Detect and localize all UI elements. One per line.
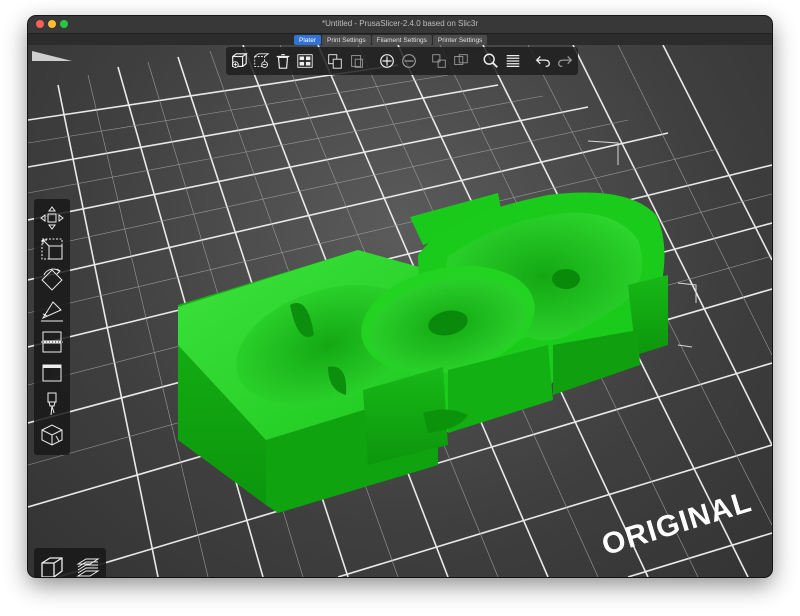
3d-viewport[interactable]: ORIGINAL <box>28 45 772 577</box>
paint-support-icon[interactable] <box>37 389 67 419</box>
window-title: *Untitled - PrusaSlicer-2.4.0 based on S… <box>321 19 479 28</box>
split-parts-icon[interactable] <box>451 50 471 72</box>
print-bed-scene[interactable] <box>28 45 772 577</box>
search-icon[interactable] <box>481 50 501 72</box>
paste-icon[interactable] <box>347 50 367 72</box>
undo-icon[interactable] <box>533 50 553 72</box>
measure-icon[interactable] <box>37 420 67 450</box>
place-on-face-icon[interactable] <box>37 296 67 326</box>
app-window: *Untitled - PrusaSlicer-2.4.0 based on S… <box>28 16 772 577</box>
redo-icon[interactable] <box>555 50 575 72</box>
preview-icon[interactable] <box>72 552 104 577</box>
gizmo-toolbar <box>34 199 70 455</box>
copy-icon[interactable] <box>325 50 345 72</box>
rotate-icon[interactable] <box>37 265 67 295</box>
top-toolbar <box>226 47 578 75</box>
tab-plater[interactable]: Plater <box>294 35 321 45</box>
add-instance-icon[interactable] <box>377 50 397 72</box>
scale-icon[interactable] <box>37 234 67 264</box>
tab-printer-settings[interactable]: Printer Settings <box>432 35 488 45</box>
arrange-icon[interactable] <box>295 50 315 72</box>
delete-all-icon[interactable] <box>273 50 293 72</box>
tab-filament-settings[interactable]: Filament Settings <box>371 35 432 45</box>
tab-print-settings[interactable]: Print Settings <box>321 35 371 45</box>
collapse-sidebar-handle[interactable] <box>32 51 72 61</box>
split-objects-icon[interactable] <box>429 50 449 72</box>
hollow-icon[interactable] <box>37 358 67 388</box>
view-switcher <box>34 548 106 577</box>
move-icon[interactable] <box>37 203 67 233</box>
remove-instance-icon[interactable] <box>399 50 419 72</box>
layers-editing-icon[interactable] <box>503 50 523 72</box>
tab-bar: Plater Print Settings Filament Settings … <box>28 34 772 45</box>
cut-icon[interactable] <box>37 327 67 357</box>
delete-icon[interactable] <box>251 50 271 72</box>
add-icon[interactable] <box>229 50 249 72</box>
title-bar: *Untitled - PrusaSlicer-2.4.0 based on S… <box>28 16 772 34</box>
3d-view-icon[interactable] <box>36 552 68 577</box>
